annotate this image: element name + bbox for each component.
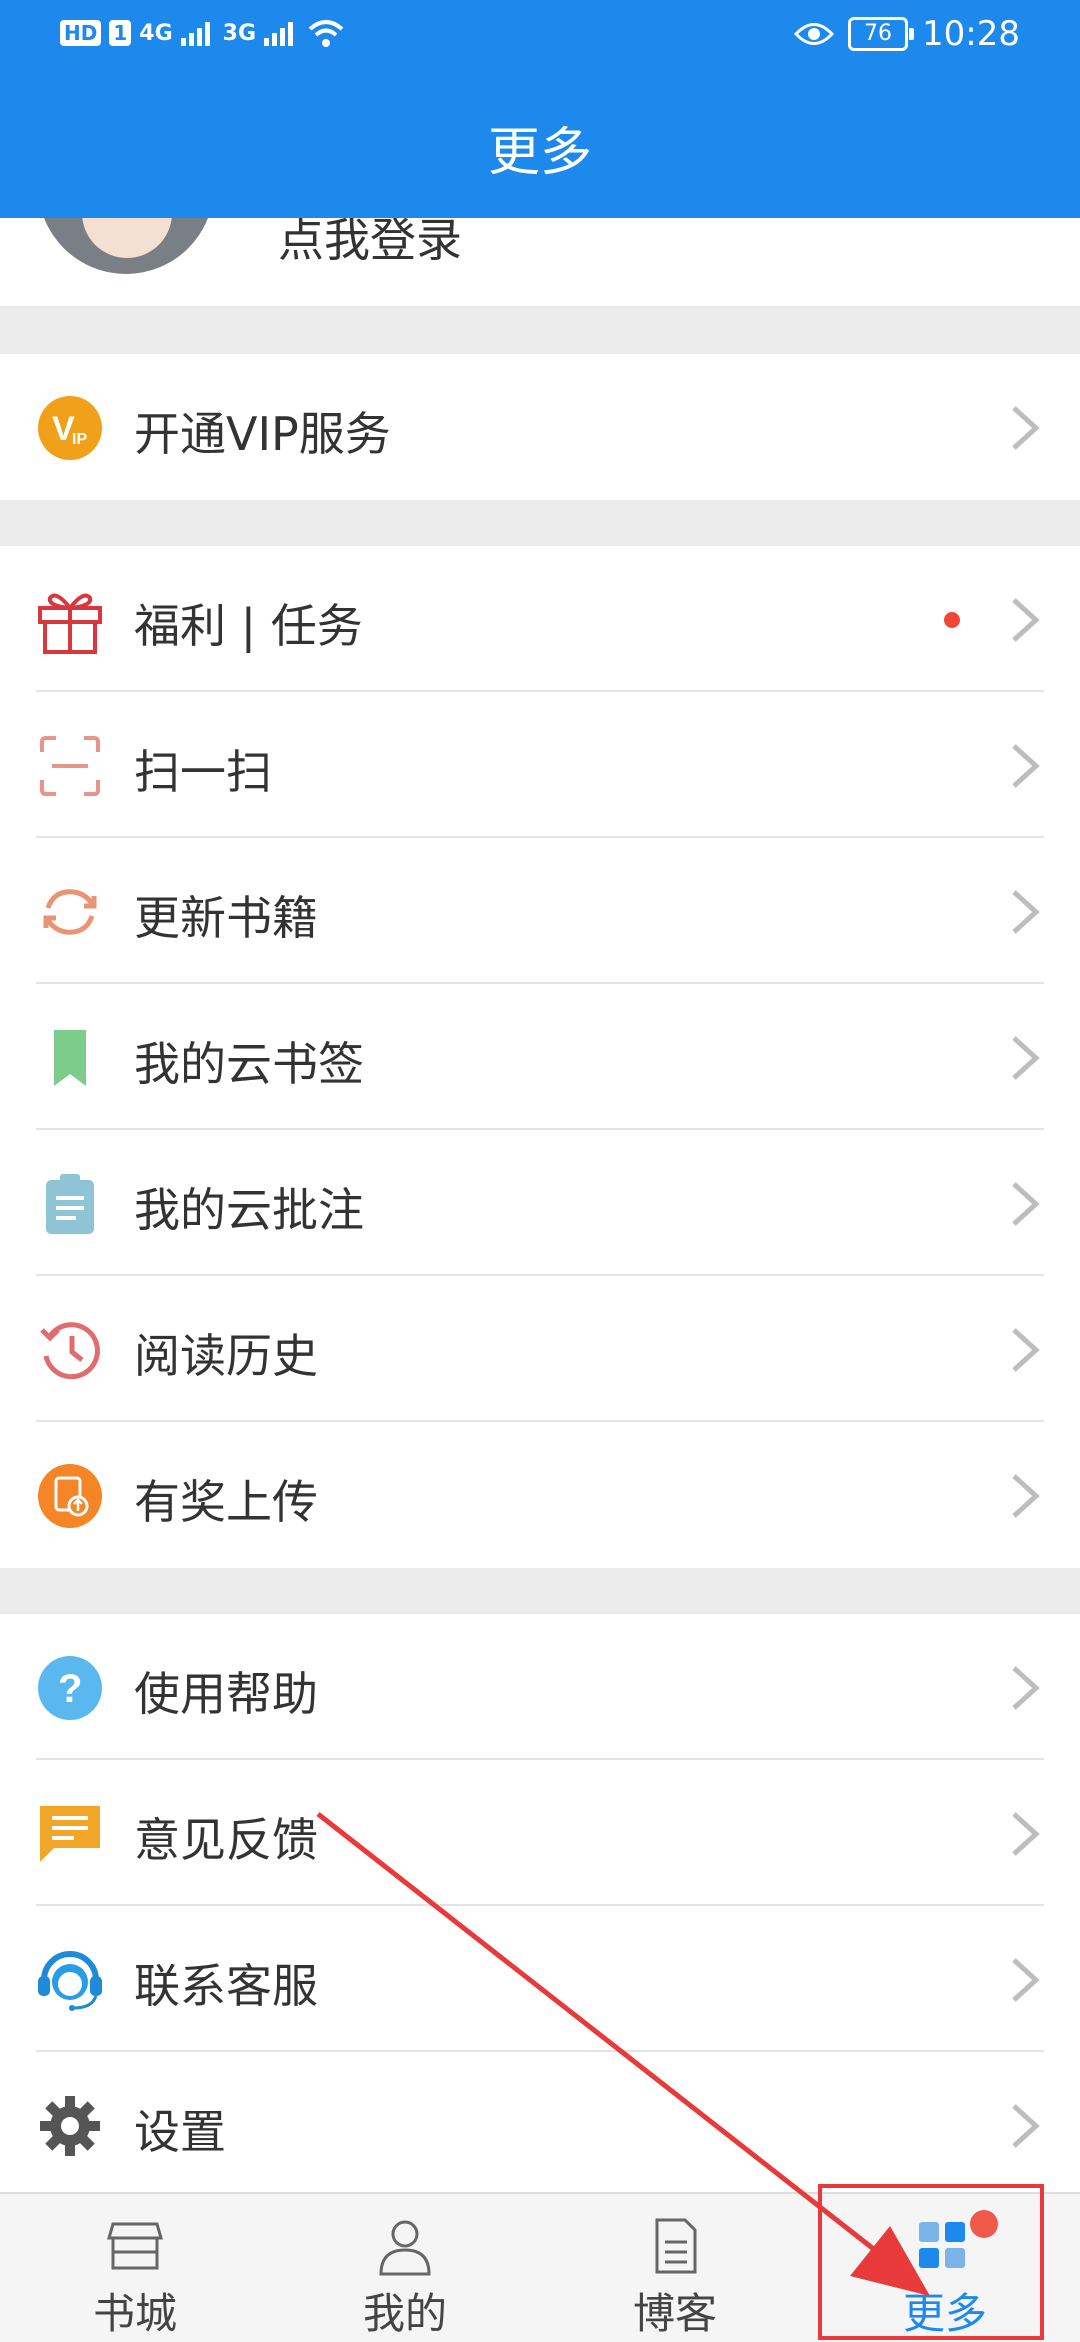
scan-icon — [40, 736, 100, 796]
notification-dot — [944, 612, 960, 628]
signal-icon — [264, 22, 294, 46]
wifi-icon — [308, 20, 344, 47]
menu-item-cloud-annotation[interactable]: 我的云批注 — [0, 1130, 1080, 1276]
svg-text:IP: IP — [72, 431, 87, 448]
gear-icon — [40, 2096, 100, 2156]
menu-label: 设置 — [134, 2105, 226, 2159]
network-4g: 4G — [139, 20, 173, 46]
feedback-icon — [40, 1806, 100, 1862]
store-icon — [107, 2222, 163, 2270]
chevron-right-icon — [1012, 2104, 1040, 2148]
upload-icon — [38, 1464, 102, 1528]
tab-label: 博客 — [632, 2289, 717, 2338]
battery-indicator: 76 — [848, 17, 915, 51]
avatar[interactable] — [38, 218, 214, 274]
menu-item-help[interactable]: ? 使用帮助 — [0, 1614, 1080, 1760]
chevron-right-icon — [1012, 1036, 1040, 1080]
clipboard-icon — [46, 1174, 94, 1234]
chevron-right-icon — [1012, 890, 1040, 934]
clock: 10:28 — [922, 14, 1020, 54]
customer-service-icon — [38, 1951, 102, 2011]
menu-item-welfare[interactable]: 福利 | 任务 — [0, 546, 1080, 692]
chevron-right-icon — [1012, 598, 1040, 642]
menu-item-customer-service[interactable]: 联系客服 — [0, 1906, 1080, 2052]
tab-label: 我的 — [362, 2289, 447, 2338]
main-menu-section: 福利 | 任务 扫一扫 更新书籍 我的云书签 我的云批注 阅读历史 有奖上传 — [0, 546, 1080, 1568]
chevron-right-icon — [1012, 406, 1040, 450]
chevron-right-icon — [1012, 1182, 1040, 1226]
history-icon — [40, 1322, 100, 1380]
vip-icon: VIP — [38, 396, 102, 460]
profile-card[interactable]: 点我登录 — [0, 218, 1080, 306]
vip-label: 开通VIP服务 — [134, 407, 391, 461]
bookmark-icon — [54, 1030, 86, 1086]
menu-label: 我的云批注 — [134, 1183, 364, 1237]
tab-blog[interactable]: 博客 — [540, 2194, 810, 2342]
tab-label: 书城 — [92, 2289, 177, 2338]
vip-row[interactable]: V IP 开通VIP服务 — [0, 354, 1080, 500]
chevron-right-icon — [1012, 1958, 1040, 2002]
menu-label: 我的云书签 — [134, 1037, 364, 1091]
menu-label: 有奖上传 — [134, 1475, 318, 1529]
page-title: 更多 — [487, 123, 592, 183]
menu-label: 阅读历史 — [134, 1329, 318, 1383]
app-header: HD 1 4G 3G 76 10:28 更多 — [0, 0, 1080, 218]
vip-section: V IP 开通VIP服务 — [0, 354, 1080, 500]
tab-store[interactable]: 书城 — [0, 2194, 270, 2342]
menu-label: 使用帮助 — [134, 1667, 318, 1721]
person-icon — [379, 2220, 431, 2276]
chevron-right-icon — [1012, 744, 1040, 788]
chevron-right-icon — [1012, 1666, 1040, 1710]
menu-item-feedback[interactable]: 意见反馈 — [0, 1760, 1080, 1906]
chevron-right-icon — [1012, 1328, 1040, 1372]
annotation-highlight-box — [818, 2184, 1044, 2340]
menu-item-scan[interactable]: 扫一扫 — [0, 692, 1080, 838]
document-icon — [655, 2218, 697, 2274]
help-icon: ? — [38, 1656, 102, 1720]
status-bar: HD 1 4G 3G 76 10:28 — [0, 0, 1080, 72]
menu-item-update-books[interactable]: 更新书籍 — [0, 838, 1080, 984]
login-link[interactable]: 点我登录 — [278, 218, 462, 270]
menu-label: 扫一扫 — [134, 745, 272, 799]
menu-item-settings[interactable]: 设置 — [0, 2052, 1080, 2198]
svg-text:?: ? — [58, 1667, 82, 1711]
network-3g: 3G — [222, 20, 257, 46]
menu-label: 福利 | 任务 — [134, 599, 363, 653]
menu-item-reward-upload[interactable]: 有奖上传 — [0, 1422, 1080, 1568]
tab-mine[interactable]: 我的 — [270, 2194, 540, 2342]
menu-label: 更新书籍 — [134, 891, 318, 945]
signal-icon — [180, 22, 210, 46]
menu-label: 联系客服 — [134, 1959, 318, 2013]
menu-item-reading-history[interactable]: 阅读历史 — [0, 1276, 1080, 1422]
help-menu-section: ? 使用帮助 意见反馈 联系客服 设置 — [0, 1614, 1080, 2198]
chevron-right-icon — [1012, 1812, 1040, 1856]
menu-item-cloud-bookmark[interactable]: 我的云书签 — [0, 984, 1080, 1130]
hd-indicator: HD — [60, 20, 102, 46]
chevron-right-icon — [1012, 1474, 1040, 1518]
menu-label: 意见反馈 — [134, 1813, 318, 1867]
gift-icon — [38, 593, 102, 654]
refresh-icon — [43, 889, 97, 935]
sim-indicator: 1 — [109, 20, 132, 46]
eye-icon — [794, 23, 835, 45]
